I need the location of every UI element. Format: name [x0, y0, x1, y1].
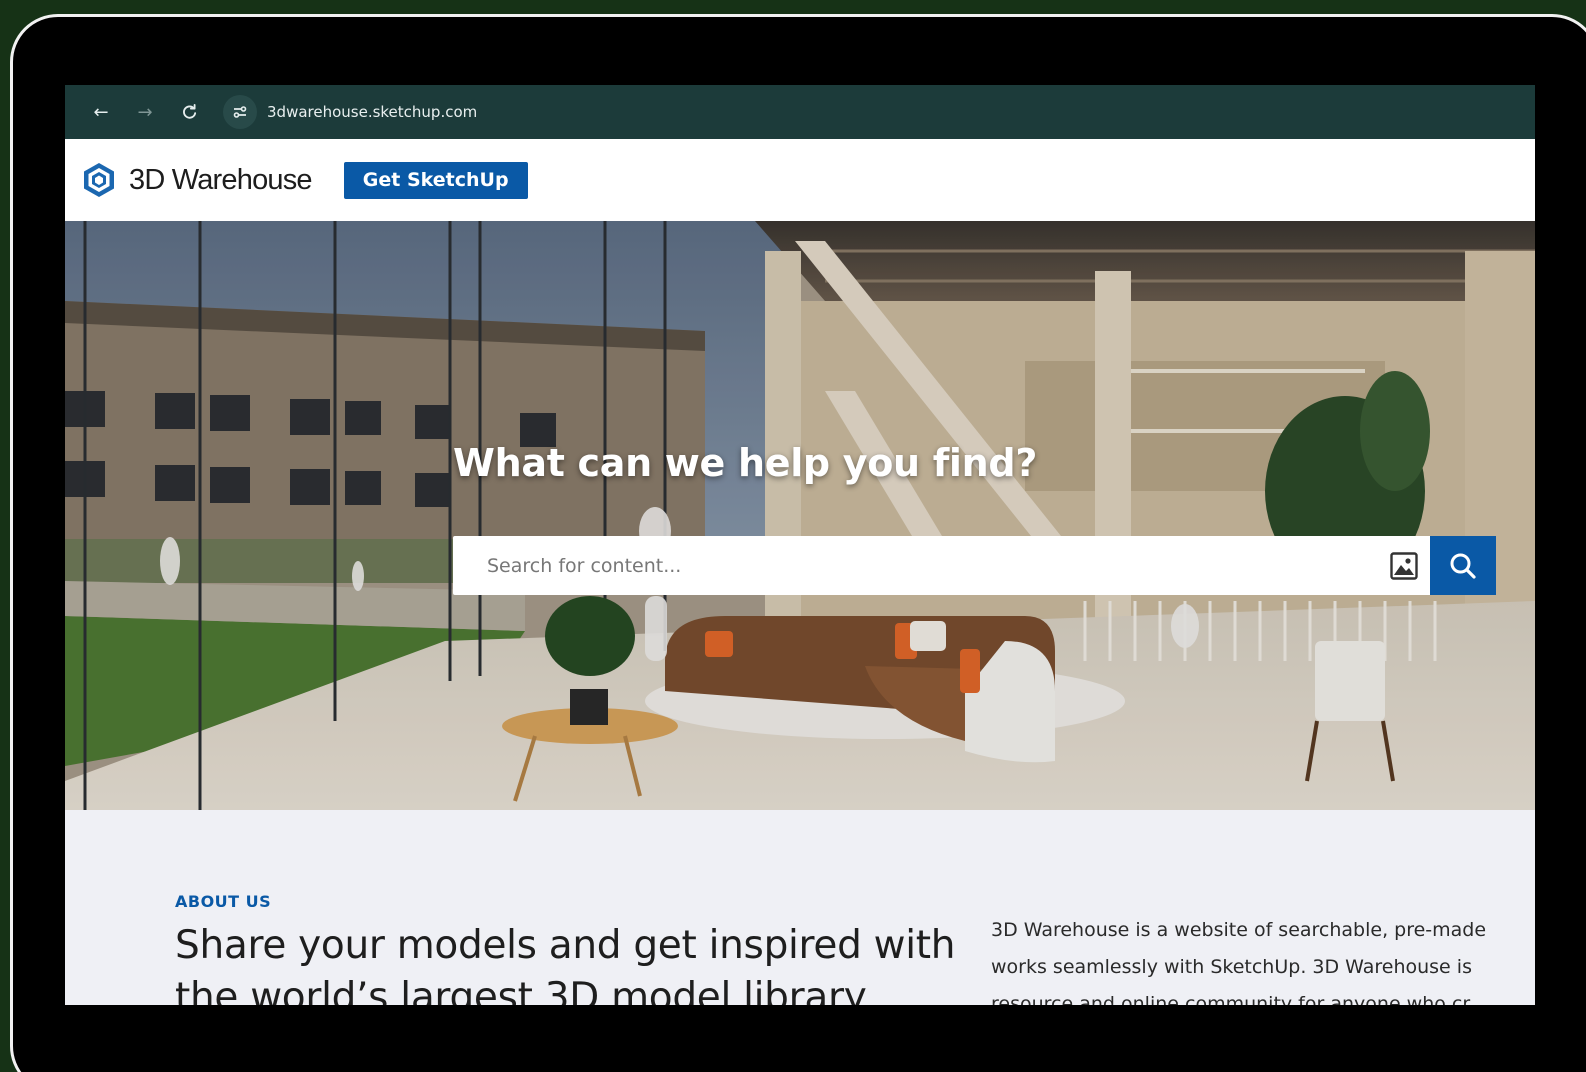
search-bar [453, 536, 1496, 595]
hero-title: What can we help you find? [453, 441, 1038, 485]
browser-window: ← → 3dwarehouse.sketchup.com 3D Warehous… [65, 85, 1535, 1005]
about-body-line: works seamlessly with SketchUp. 3D Wareh… [991, 956, 1472, 978]
get-sketchup-button[interactable]: Get SketchUp [343, 161, 528, 199]
address-bar[interactable]: 3dwarehouse.sketchup.com [215, 93, 485, 131]
search-button[interactable] [1430, 536, 1496, 595]
search-input[interactable] [453, 536, 1378, 595]
about-heading-line: the world’s largest 3D model library [175, 975, 867, 1005]
about-eyebrow: ABOUT US [175, 892, 272, 911]
arrow-left-icon: ← [93, 101, 109, 123]
hero-section: What can we help you find? [65, 221, 1535, 810]
about-body-line: resource and online community for anyone… [991, 993, 1471, 1005]
site-info-button[interactable] [223, 95, 257, 129]
about-heading-line: Share your models and get inspired with [175, 923, 956, 968]
reload-icon [182, 103, 196, 119]
forward-button[interactable]: → [123, 85, 167, 139]
site-header: 3D Warehouse Get SketchUp [65, 139, 1535, 221]
back-button[interactable]: ← [79, 85, 123, 139]
image-icon [1390, 551, 1418, 580]
image-search-button[interactable] [1378, 536, 1430, 595]
about-body: 3D Warehouse is a website of searchable,… [991, 912, 1535, 1005]
hero-background-image [65, 221, 1535, 810]
arrow-right-icon: → [137, 101, 153, 123]
about-section: ABOUT US Share your models and get inspi… [65, 810, 1535, 1005]
about-body-line: 3D Warehouse is a website of searchable,… [991, 919, 1487, 941]
site-logo[interactable]: 3D Warehouse [81, 161, 313, 199]
tune-icon [233, 106, 247, 118]
about-heading: Share your models and get inspired with … [175, 920, 975, 1005]
search-icon [1450, 553, 1476, 579]
reload-button[interactable] [167, 85, 211, 139]
device-frame: ← → 3dwarehouse.sketchup.com 3D Warehous… [10, 14, 1586, 1072]
browser-toolbar: ← → 3dwarehouse.sketchup.com [65, 85, 1535, 139]
logo-text: 3D Warehouse [129, 163, 313, 196]
3d-warehouse-logo-icon [84, 163, 114, 197]
url-text[interactable]: 3dwarehouse.sketchup.com [267, 103, 477, 121]
